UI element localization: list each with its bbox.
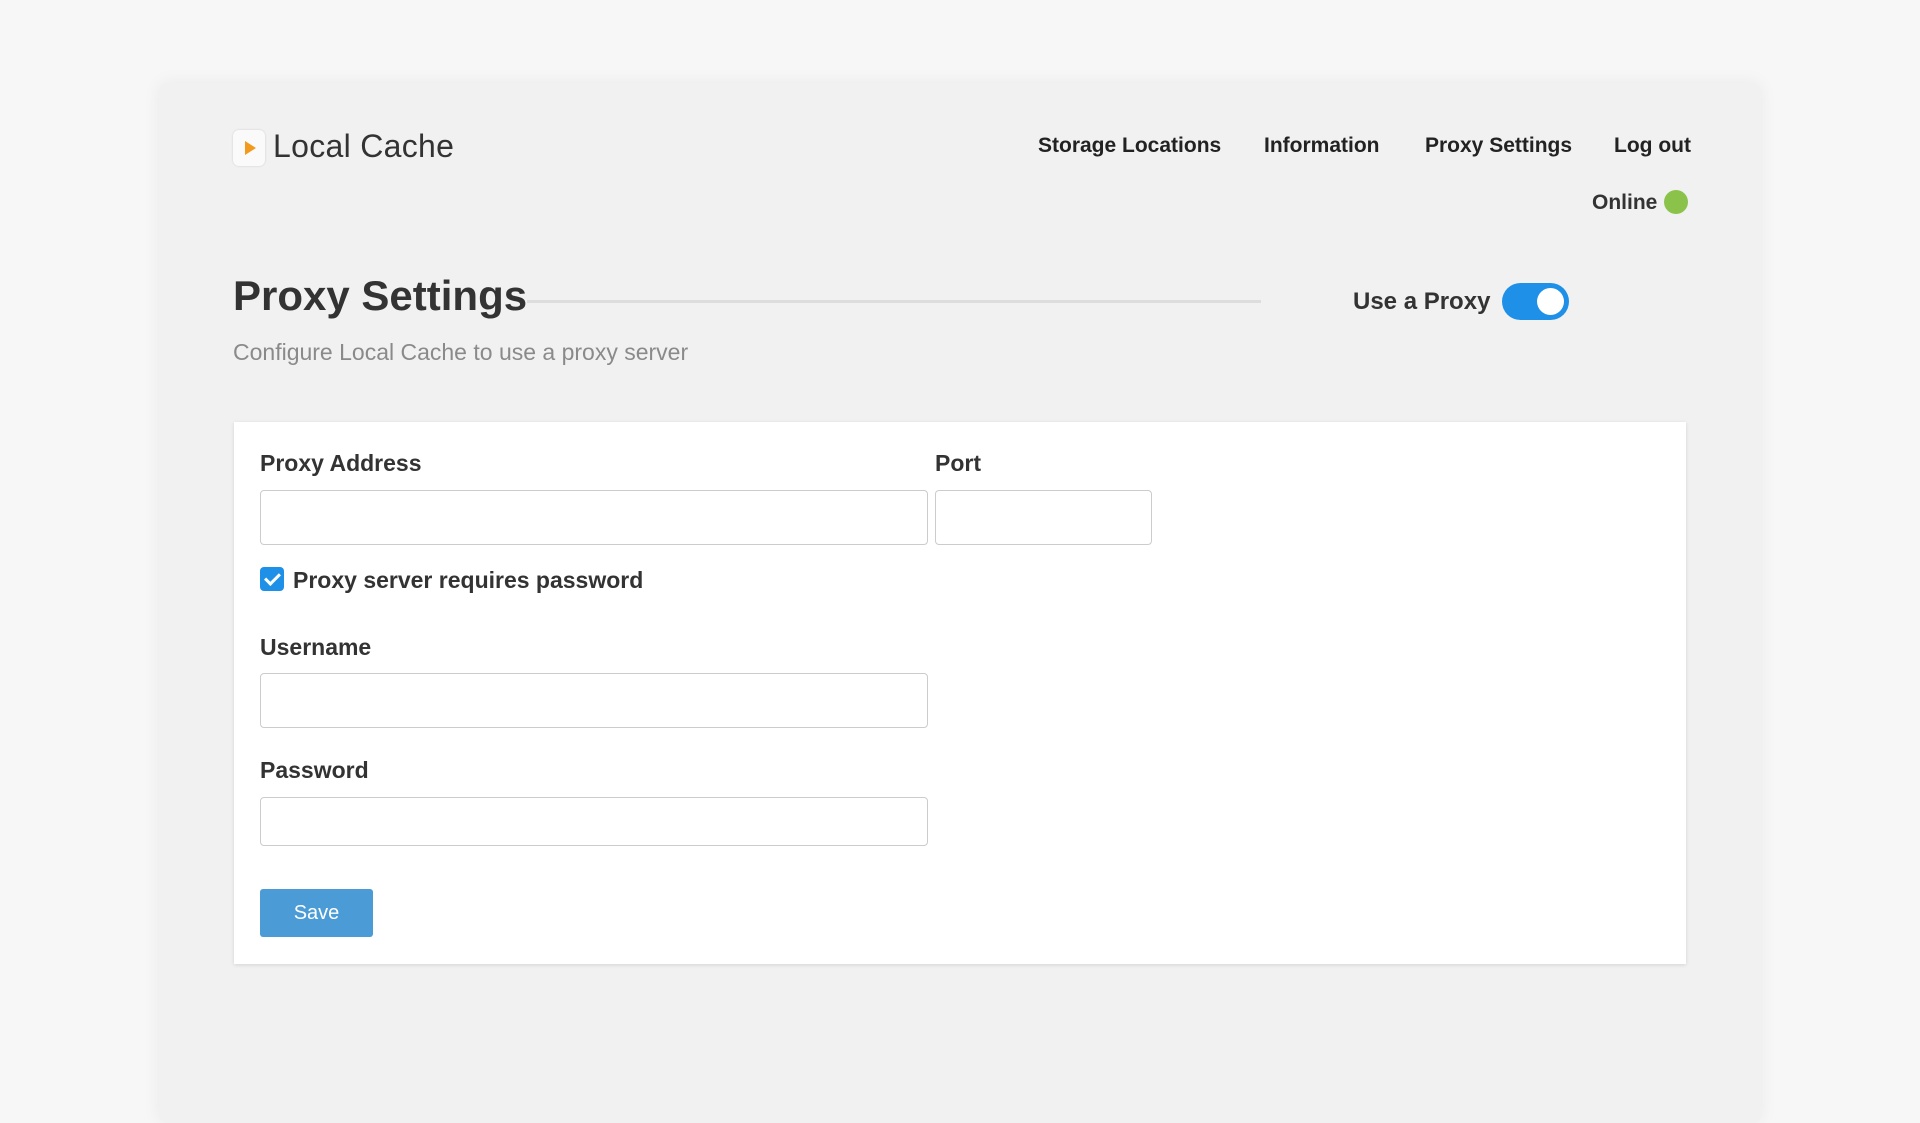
title-divider — [527, 300, 1261, 303]
username-label: Username — [260, 634, 371, 661]
page-title: Proxy Settings — [233, 272, 527, 320]
proxy-address-input[interactable] — [260, 490, 928, 545]
nav-proxy-settings[interactable]: Proxy Settings — [1425, 134, 1572, 158]
username-input[interactable] — [260, 673, 928, 728]
port-input[interactable] — [935, 490, 1152, 545]
page-subtitle: Configure Local Cache to use a proxy ser… — [233, 339, 688, 366]
requires-password-label[interactable]: Proxy server requires password — [293, 567, 643, 594]
brand-name: Local Cache — [273, 128, 454, 165]
use-proxy-toggle[interactable] — [1502, 283, 1569, 320]
nav-log-out[interactable]: Log out — [1614, 134, 1691, 158]
status-dot-icon — [1664, 190, 1688, 214]
save-button[interactable]: Save — [260, 889, 373, 937]
password-input[interactable] — [260, 797, 928, 846]
toggle-knob — [1537, 288, 1564, 315]
requires-password-checkbox[interactable] — [260, 567, 284, 591]
nav-storage-locations[interactable]: Storage Locations — [1038, 134, 1221, 158]
logo-icon — [233, 130, 265, 166]
status-label: Online — [1592, 191, 1657, 215]
use-proxy-label: Use a Proxy — [1353, 288, 1490, 316]
port-label: Port — [935, 450, 981, 477]
password-label: Password — [260, 757, 369, 784]
nav-information[interactable]: Information — [1264, 134, 1380, 158]
proxy-address-label: Proxy Address — [260, 450, 422, 477]
